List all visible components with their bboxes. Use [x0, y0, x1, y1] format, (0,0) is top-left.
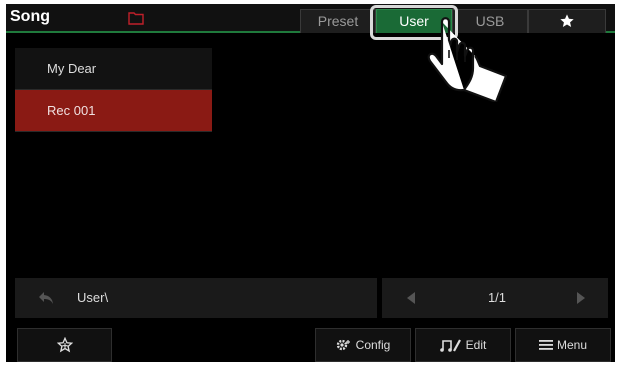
star-icon — [560, 14, 574, 27]
song-screen: Song Preset User USB My Dear Rec 001 Use… — [6, 4, 615, 362]
gear-icon — [336, 339, 350, 351]
page-indicator: 1/1 — [487, 290, 507, 305]
path-text: User\ — [77, 290, 109, 305]
edit-label: Edit — [465, 338, 487, 352]
pager: 1/1 — [382, 278, 608, 318]
previous-page-icon[interactable] — [404, 291, 418, 305]
path-bar: User\ — [15, 278, 377, 318]
list-item[interactable]: My Dear — [15, 48, 212, 90]
config-label: Config — [355, 338, 391, 352]
edit-button[interactable]: Edit — [415, 328, 511, 362]
star-outline-icon — [56, 337, 73, 353]
folder-icon[interactable] — [128, 11, 144, 25]
list-item-selected[interactable]: Rec 001 — [15, 90, 212, 132]
menu-label: Menu — [556, 338, 588, 352]
page-title: Song — [10, 8, 50, 25]
hamburger-icon — [538, 340, 553, 350]
pointing-hand-icon — [427, 17, 508, 102]
config-button[interactable]: Config — [315, 328, 411, 362]
next-page-icon[interactable] — [574, 291, 588, 305]
music-note-pencil-icon — [439, 339, 461, 352]
song-list: My Dear Rec 001 — [15, 48, 212, 132]
menu-button[interactable]: Menu — [515, 328, 611, 362]
header-bar: Song Preset User USB — [6, 4, 615, 33]
favorite-button[interactable] — [17, 328, 112, 362]
tab-preset[interactable]: Preset — [300, 9, 376, 33]
tab-favorites[interactable] — [528, 9, 606, 33]
back-arrow-icon[interactable] — [37, 290, 55, 306]
